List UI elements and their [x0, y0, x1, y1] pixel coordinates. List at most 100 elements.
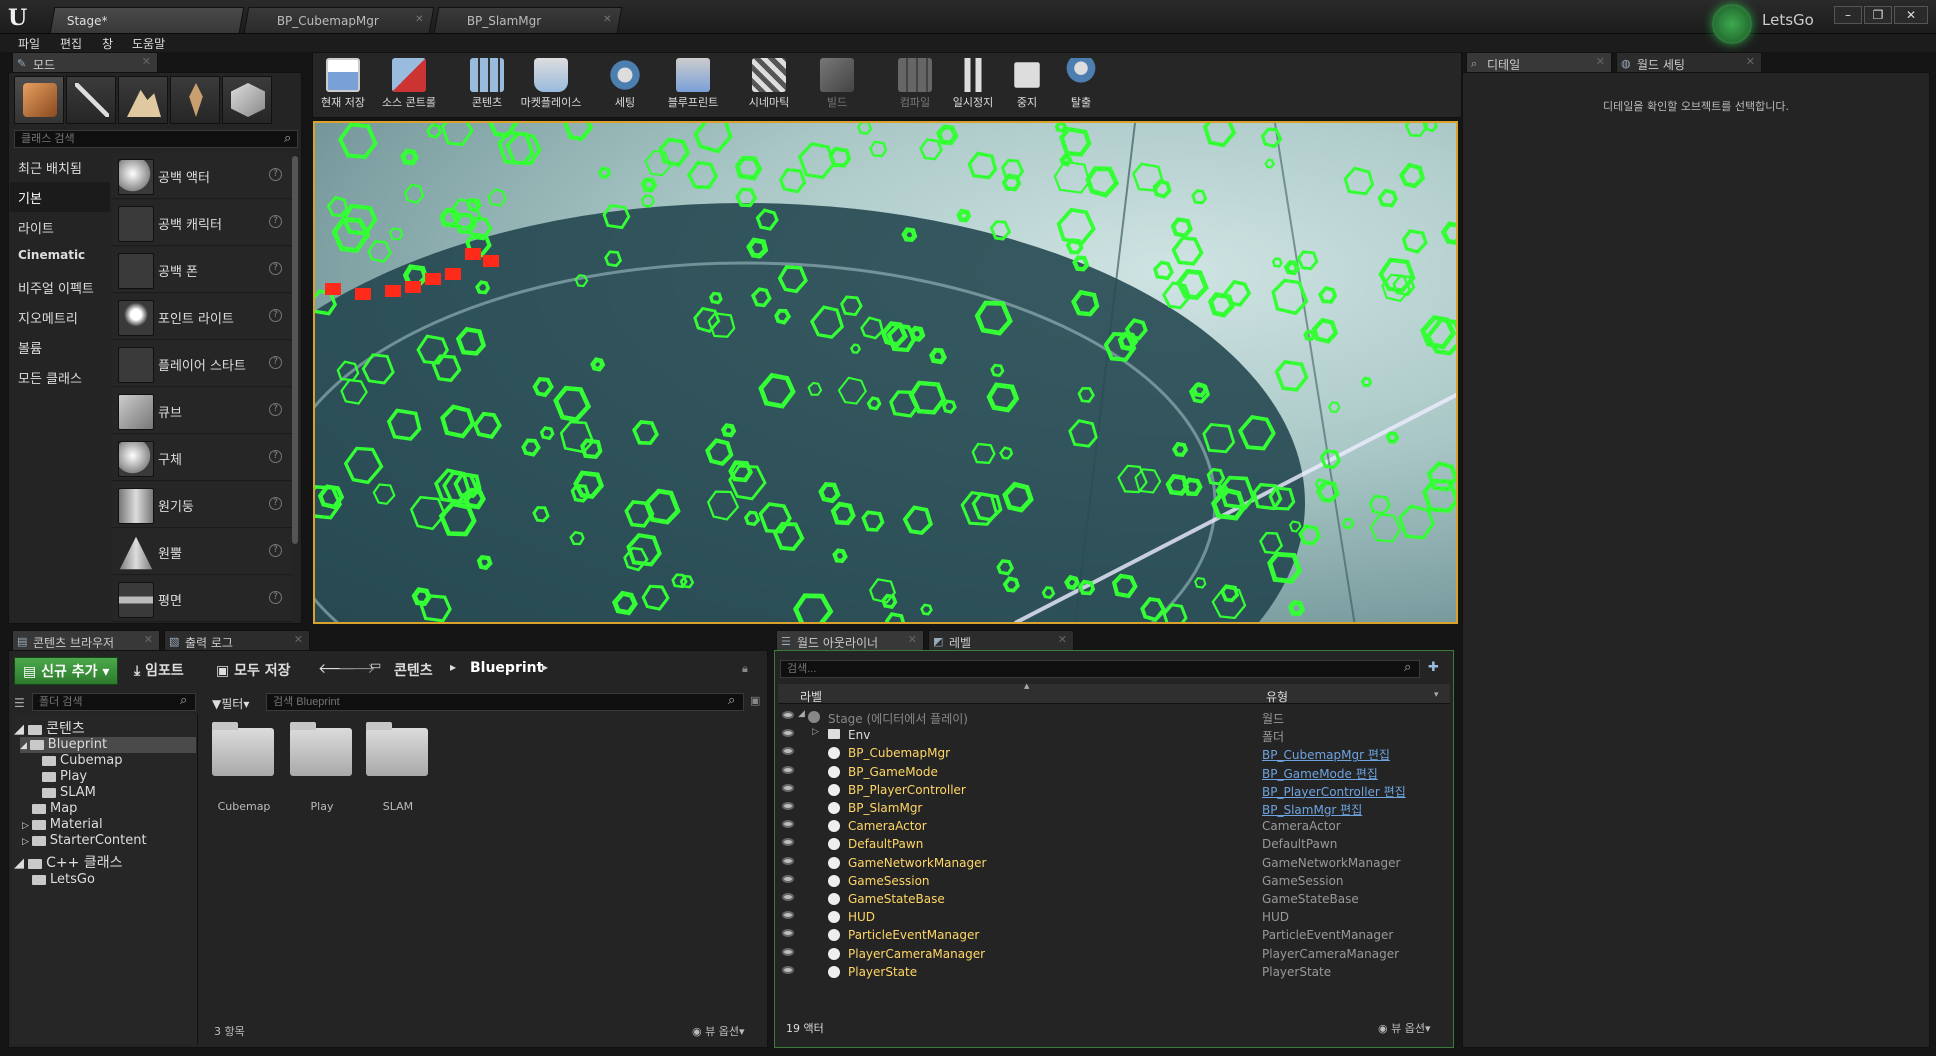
place-item-cone[interactable]: 원뿔?: [112, 529, 292, 575]
visibility-eye-icon[interactable]: [782, 729, 794, 738]
folder-search-input[interactable]: [32, 693, 196, 711]
minimize-button[interactable]: –: [1834, 6, 1862, 24]
menu-window[interactable]: 창: [102, 35, 113, 52]
category-cinematic[interactable]: Cinematic: [10, 242, 110, 272]
level-viewport[interactable]: [313, 121, 1458, 624]
content-button[interactable]: 콘텐츠: [456, 54, 518, 114]
tab-world-settings[interactable]: ◍ 월드 세팅 ✕: [1616, 52, 1762, 72]
add-filter-icon[interactable]: ✚: [1428, 660, 1439, 675]
visibility-eye-icon[interactable]: [782, 802, 794, 810]
tab-bp-cubemapmgr[interactable]: BP_CubemapMgr ✕: [243, 7, 435, 33]
tab-world-outliner[interactable]: ☰ 월드 아웃라이너 ✕: [776, 630, 924, 650]
tree-item-map[interactable]: Map: [32, 801, 77, 816]
outliner-row[interactable]: CameraActor CameraActor: [778, 817, 1448, 835]
close-window-button[interactable]: ✕: [1894, 6, 1928, 24]
menu-help[interactable]: 도움말: [132, 35, 165, 52]
edit-blueprint-link[interactable]: BP_CubemapMgr 편집: [1262, 746, 1390, 763]
category-basic[interactable]: 기본: [10, 182, 110, 212]
tab-modes[interactable]: ✎ 모드 ✕: [12, 52, 158, 72]
project-badge-icon[interactable]: [1712, 4, 1752, 44]
help-icon[interactable]: ?: [269, 403, 282, 416]
folder-cubemap-icon[interactable]: [212, 722, 274, 776]
menu-edit[interactable]: 편집: [60, 35, 82, 52]
place-item-sphere[interactable]: 구체?: [112, 435, 292, 481]
outliner-row[interactable]: ParticleEventManager ParticleEventManager: [778, 926, 1448, 944]
breadcrumb-blueprint[interactable]: Blueprint: [470, 660, 543, 676]
blueprint-button[interactable]: 블루프린트: [662, 54, 724, 114]
save-search-icon[interactable]: ▣: [750, 694, 760, 707]
pause-button[interactable]: 일시정지: [942, 54, 1004, 114]
search-icon[interactable]: ⌕: [1404, 660, 1411, 675]
outliner-row[interactable]: ◢ Stage (에디터에서 플레이) 월드: [778, 708, 1448, 726]
help-icon[interactable]: ?: [269, 215, 282, 228]
tree-item-cpp-classes[interactable]: ◢ C++ 클래스: [14, 852, 122, 872]
place-item-empty-character[interactable]: 공백 캐릭터?: [112, 200, 292, 246]
cinematics-button[interactable]: 시네마틱: [738, 54, 800, 114]
tab-output-log[interactable]: ▧ 출력 로그 ✕: [164, 630, 310, 650]
edit-blueprint-link[interactable]: BP_SlamMgr 편집: [1262, 801, 1362, 818]
outliner-row[interactable]: GameStateBase GameStateBase: [778, 890, 1448, 908]
place-item-empty-pawn[interactable]: 공백 폰?: [112, 247, 292, 293]
filter-button[interactable]: ▼필터▾: [212, 695, 249, 712]
build-button[interactable]: 빌드: [806, 54, 868, 114]
place-item-player-start[interactable]: 플레이어 스타트?: [112, 341, 292, 387]
close-icon[interactable]: ✕: [415, 14, 423, 25]
visibility-eye-icon[interactable]: [782, 929, 794, 938]
category-geometry[interactable]: 지오메트리: [10, 302, 110, 332]
outliner-view-options-button[interactable]: ◉ 뷰 옵션▾: [1378, 1020, 1431, 1036]
expanded-arrow-icon[interactable]: ◢: [798, 709, 805, 719]
help-icon[interactable]: ?: [269, 262, 282, 275]
visibility-eye-icon[interactable]: [782, 765, 794, 774]
folder-slam-icon[interactable]: [366, 722, 428, 776]
add-new-button[interactable]: ▤ 신규 추가 ▾: [14, 657, 119, 685]
outliner-row[interactable]: PlayerCameraManager PlayerCameraManager: [778, 945, 1448, 963]
outliner-row[interactable]: BP_SlamMgr BP_SlamMgr 편집: [778, 799, 1448, 817]
eject-button[interactable]: 탈출: [1050, 54, 1112, 114]
place-mode-button[interactable]: [14, 76, 64, 124]
search-icon[interactable]: ⌕: [284, 131, 291, 146]
geometry-mode-button[interactable]: [222, 76, 272, 124]
folder-play-icon[interactable]: [290, 722, 352, 776]
tree-view-icon[interactable]: ☰: [14, 696, 25, 710]
outliner-row[interactable]: GameNetworkManager GameNetworkManager: [778, 854, 1448, 872]
category-recent[interactable]: 최근 배치됨: [10, 152, 110, 182]
help-icon[interactable]: ?: [269, 450, 282, 463]
visibility-eye-icon[interactable]: [782, 711, 794, 719]
close-icon[interactable]: ✕: [1746, 55, 1755, 68]
place-item-empty-actor[interactable]: 공백 액터?: [112, 153, 292, 199]
maximize-button[interactable]: ❐: [1864, 6, 1892, 24]
outliner-row[interactable]: GameSession GameSession: [778, 872, 1448, 890]
visibility-eye-icon[interactable]: [782, 893, 794, 901]
chevron-down-icon[interactable]: ▾: [1434, 690, 1439, 700]
place-item-cylinder[interactable]: 원기둥?: [112, 482, 292, 528]
outliner-row[interactable]: BP_GameMode BP_GameMode 편집: [778, 763, 1448, 781]
source-control-button[interactable]: 소스 콘트롤: [378, 54, 440, 114]
close-icon[interactable]: ✕: [908, 633, 917, 646]
tab-stage[interactable]: Stage*: [49, 7, 245, 33]
help-icon[interactable]: ?: [269, 356, 282, 369]
asset-search-input[interactable]: [266, 693, 744, 711]
paint-mode-button[interactable]: [66, 76, 116, 124]
collapsed-arrow-icon[interactable]: ▷: [812, 727, 819, 737]
category-visual-effects[interactable]: 비주얼 이펙트: [10, 272, 110, 302]
close-icon[interactable]: ✕: [1596, 55, 1605, 68]
tree-item-startercontent[interactable]: ▷ StarterContent: [22, 833, 147, 848]
place-item-cube[interactable]: 큐브?: [112, 388, 292, 434]
import-button[interactable]: ⤓ 임포트: [134, 660, 184, 680]
stop-button[interactable]: 중지: [996, 54, 1058, 114]
place-item-plane[interactable]: 평면?: [112, 576, 292, 622]
visibility-eye-icon[interactable]: [782, 820, 794, 829]
visibility-eye-icon[interactable]: [782, 747, 794, 756]
column-label[interactable]: 라벨: [800, 688, 822, 705]
close-icon[interactable]: ✕: [144, 633, 153, 646]
outliner-row[interactable]: HUD HUD: [778, 908, 1448, 926]
tab-bp-slammgr[interactable]: BP_SlamMgr ✕: [433, 7, 623, 33]
outliner-search-input[interactable]: [780, 660, 1420, 678]
class-search-input[interactable]: [14, 130, 298, 148]
tab-details[interactable]: ⌕ 디테일 ✕: [1466, 52, 1612, 72]
visibility-eye-icon[interactable]: [782, 874, 794, 883]
column-type[interactable]: 유형: [1266, 688, 1288, 705]
visibility-eye-icon[interactable]: [782, 911, 794, 920]
help-icon[interactable]: ?: [269, 497, 282, 510]
visibility-eye-icon[interactable]: [782, 783, 794, 792]
